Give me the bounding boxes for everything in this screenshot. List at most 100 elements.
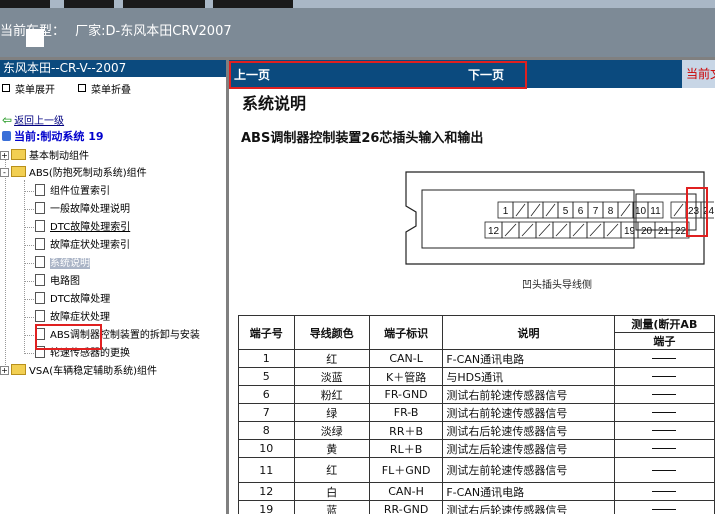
cell-measure	[613, 349, 715, 368]
measure-subheader-label: 端子	[653, 335, 676, 348]
connector-row-top: 15678101123242526	[497, 201, 714, 219]
document-icon	[35, 220, 45, 232]
dash-mark	[652, 358, 677, 359]
tree-item-general-troubleshooting[interactable]: 一般故障处理说明	[35, 202, 130, 216]
connector-pin-label: 5	[563, 206, 569, 217]
dash-mark	[652, 448, 677, 449]
dash-mark	[652, 376, 677, 377]
table-row: 5 淡蓝 K＋管路 与HDS通讯	[238, 367, 715, 386]
cell-id: CAN-L	[368, 349, 444, 368]
expand-toggle-icon[interactable]: +	[0, 151, 9, 160]
connector-body	[421, 189, 635, 249]
section-heading: ABS调制器控制装置26芯插头输入和输出	[241, 131, 484, 146]
tree-item-symptom-index[interactable]: 故障症状处理索引	[35, 238, 130, 252]
toolbar-button[interactable]	[123, 0, 205, 8]
col-header-id: 端子标识	[368, 315, 444, 350]
col-header-color: 导线颜色	[293, 315, 370, 350]
toolbar-button[interactable]	[213, 0, 293, 8]
connector-row-bottom: 12 19 20 21 22	[484, 221, 690, 239]
toolbar-strip	[0, 0, 715, 8]
top-toolbar: 当前车型： 厂家:D-东风本田CRV2007	[0, 0, 715, 57]
tree-connector	[24, 227, 34, 228]
tree-connector	[24, 335, 34, 336]
cell-color: 淡绿	[293, 421, 370, 440]
cell-measure	[613, 367, 715, 386]
cell-desc: 测试右后轮速传感器信号	[442, 421, 615, 440]
cell-color: 黄	[293, 439, 370, 458]
connector-pin-label: 1	[503, 206, 509, 217]
tree-folder-basic-brake[interactable]: + 基本制动组件	[0, 149, 89, 163]
cell-pin: 5	[238, 367, 295, 386]
tree-connector	[24, 263, 34, 264]
tree-panel-title: 东风本田--CR-V--2007	[0, 60, 226, 77]
tree-item-label: DTC故障处理索引	[50, 222, 131, 233]
tree-connector	[24, 209, 34, 210]
pin-table-body: 1 红 CAN-L F-CAN通讯电路 5 淡蓝 K＋管路 与HDS通讯 6 粉红 FR-GND 测试…	[238, 349, 715, 514]
table-row: 10 黄 RL＋B 测试左后轮速传感器信号	[238, 439, 715, 458]
highlight-box	[35, 324, 102, 350]
vehicle-value: 厂家:D-东风本田CRV2007	[75, 24, 232, 39]
connector-pin-label: 20	[641, 226, 653, 237]
tree-folder-abs[interactable]: - ABS(防抱死制动系统)组件	[0, 166, 147, 180]
measure-header-label: 测量(断开AB	[614, 316, 714, 333]
tree-connector	[24, 281, 34, 282]
table-row: 1 红 CAN-L F-CAN通讯电路	[238, 349, 715, 368]
tree-item-component-index[interactable]: 组件位置索引	[35, 184, 110, 198]
connector-caption: 凹头插头导线侧	[522, 280, 592, 291]
connector-pin-label: 24	[703, 206, 714, 217]
connector-pin-label: 23	[688, 206, 700, 217]
cell-color: 红	[293, 349, 370, 368]
col-header-desc: 说明	[442, 315, 615, 350]
tree-item-dtc-index[interactable]: DTC故障处理索引	[35, 220, 130, 234]
toolbar-button[interactable]	[0, 0, 50, 8]
tree-folder-label: 基本制动组件	[29, 151, 89, 162]
menu-expand-button[interactable]: 菜单展开	[2, 81, 55, 96]
cell-measure	[613, 403, 715, 422]
tree-item-label: 电路图	[50, 276, 80, 287]
connector-pin-label: 7	[593, 206, 599, 217]
col-header-measure: 测量(断开AB 端子	[613, 315, 715, 350]
connector-pin-empty-mark	[538, 223, 551, 237]
folder-icon	[11, 149, 26, 160]
dash-mark	[652, 412, 677, 413]
tree-item-symptom-troubleshooting[interactable]: 故障症状处理	[35, 310, 110, 324]
folder-icon	[11, 364, 26, 375]
tree-folder-vsa[interactable]: + VSA(车辆稳定辅助系统)组件	[0, 364, 157, 378]
connector-pin-empty-mark	[606, 223, 619, 237]
tree-connector	[24, 353, 34, 354]
collapse-toggle-icon[interactable]: -	[0, 168, 9, 177]
tree-item-label: 故障症状处理索引	[50, 240, 130, 251]
table-row: 7 绿 FR-B 测试右前轮速传感器信号	[238, 403, 715, 422]
cell-id: K＋管路	[368, 367, 444, 386]
cell-measure	[613, 439, 715, 458]
toolbar-button[interactable]	[64, 0, 114, 8]
tree-item-circuit-diagram[interactable]: 电路图	[35, 274, 80, 288]
tree-panel: 东风本田--CR-V--2007 菜单展开 菜单折叠 ⇦ 返回上一级 当前:制动系…	[0, 60, 226, 514]
document-icon	[35, 238, 45, 250]
table-row: 8 淡绿 RR＋B 测试右后轮速传感器信号	[238, 421, 715, 440]
cell-pin: 19	[238, 500, 295, 514]
menu-collapse-label: 菜单折叠	[91, 85, 131, 96]
cell-id: FR-GND	[368, 385, 444, 404]
page-title: 系统说明	[242, 94, 307, 113]
expand-icon	[2, 84, 10, 92]
tree-item-label: 组件位置索引	[50, 186, 110, 197]
dash-mark	[652, 491, 677, 492]
tree-connector	[24, 299, 34, 300]
cell-pin: 6	[238, 385, 295, 404]
page-nav-bar: 上一页 下一页 当前文	[229, 60, 715, 89]
back-link[interactable]: ⇦ 返回上一级	[2, 112, 64, 127]
tree-item-system-description[interactable]: 系统说明	[35, 256, 90, 270]
tree-item-dtc-troubleshooting[interactable]: DTC故障处理	[35, 292, 110, 306]
back-arrow-icon: ⇦	[2, 113, 13, 127]
connector-pin-label: 6	[578, 206, 584, 217]
current-location-label: 当前:制动系统 19	[14, 130, 104, 143]
connector-pin-empty-mark	[515, 203, 526, 217]
cell-pin: 12	[238, 482, 295, 501]
cell-measure	[613, 457, 715, 483]
connector-diagram: 15678101123242526 1219202122	[405, 171, 714, 265]
menu-collapse-button[interactable]: 菜单折叠	[78, 81, 131, 96]
collapse-icon	[78, 84, 86, 92]
expand-toggle-icon[interactable]: +	[0, 366, 9, 375]
cell-desc: 测试左后轮速传感器信号	[442, 439, 615, 458]
